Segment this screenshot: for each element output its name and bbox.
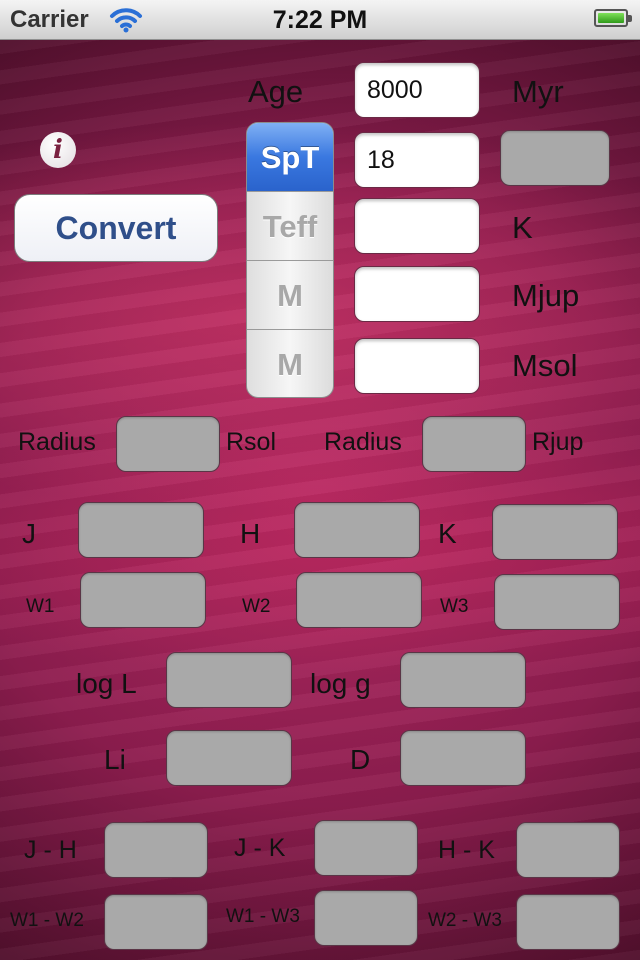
convert-button[interactable]: Convert [14,194,218,262]
w2-label: W2 [242,596,271,617]
w3-label: W3 [440,596,469,617]
li-label: Li [104,744,126,775]
segment-teff[interactable]: Teff [247,192,333,261]
age-input[interactable]: 8000 [354,62,480,118]
teff-input[interactable] [354,198,480,254]
h-label: H [240,518,261,549]
h-k-label: H - K [438,836,495,864]
info-icon[interactable]: i [40,132,76,168]
j-h-label: J - H [24,836,77,864]
segment-spt[interactable]: SpT [247,123,333,192]
msol-unit: Msol [512,348,578,383]
d-label: D [350,744,371,775]
w1-output [80,572,206,628]
spt-output-box [500,130,610,186]
mjup-unit: Mjup [512,278,580,313]
logl-output [166,652,292,708]
j-k-output [314,820,418,876]
logl-label: log L [76,668,137,699]
k-label: K [438,518,457,549]
age-unit: Myr [512,74,564,109]
h-k-output [516,822,620,878]
mjup-input[interactable] [354,266,480,322]
k-output [492,504,618,560]
j-k-label: J - K [234,834,286,862]
teff-unit: K [512,210,533,245]
logg-label: log g [310,668,371,699]
logg-output [400,652,526,708]
radius-label-rjup: Radius [324,428,402,456]
j-output [78,502,204,558]
w1-w2-label: W1 - W2 [10,910,84,931]
d-output [400,730,526,786]
w3-output [494,574,620,630]
w1-label: W1 [26,596,55,617]
w2-output [296,572,422,628]
msol-input[interactable] [354,338,480,394]
h-output [294,502,420,558]
status-bar: Carrier 7:22 PM [0,0,640,40]
w1-w3-label: W1 - W3 [226,906,300,927]
w1-w2-output [104,894,208,950]
j-h-output [104,822,208,878]
spt-input[interactable]: 18 [354,132,480,188]
radius-rjup-output [422,416,526,472]
radius-label-rsol: Radius [18,428,96,456]
battery-icon [594,9,632,27]
rsol-unit: Rsol [226,428,277,456]
clock: 7:22 PM [272,6,368,34]
segment-mass-jup[interactable]: M [247,261,333,330]
radius-rsol-output [116,416,220,472]
w1-w3-output [314,890,418,946]
app-background: Age 8000 Myr i Convert SpT Teff M M 18 K… [0,40,640,960]
li-output [166,730,292,786]
segment-mass-sol[interactable]: M [247,330,333,397]
age-label: Age [248,74,304,109]
w2-w3-output [516,894,620,950]
j-label: J [22,518,36,549]
input-type-segmented-control[interactable]: SpT Teff M M [246,122,334,398]
w2-w3-label: W2 - W3 [428,910,502,931]
rjup-unit: Rjup [532,428,584,456]
